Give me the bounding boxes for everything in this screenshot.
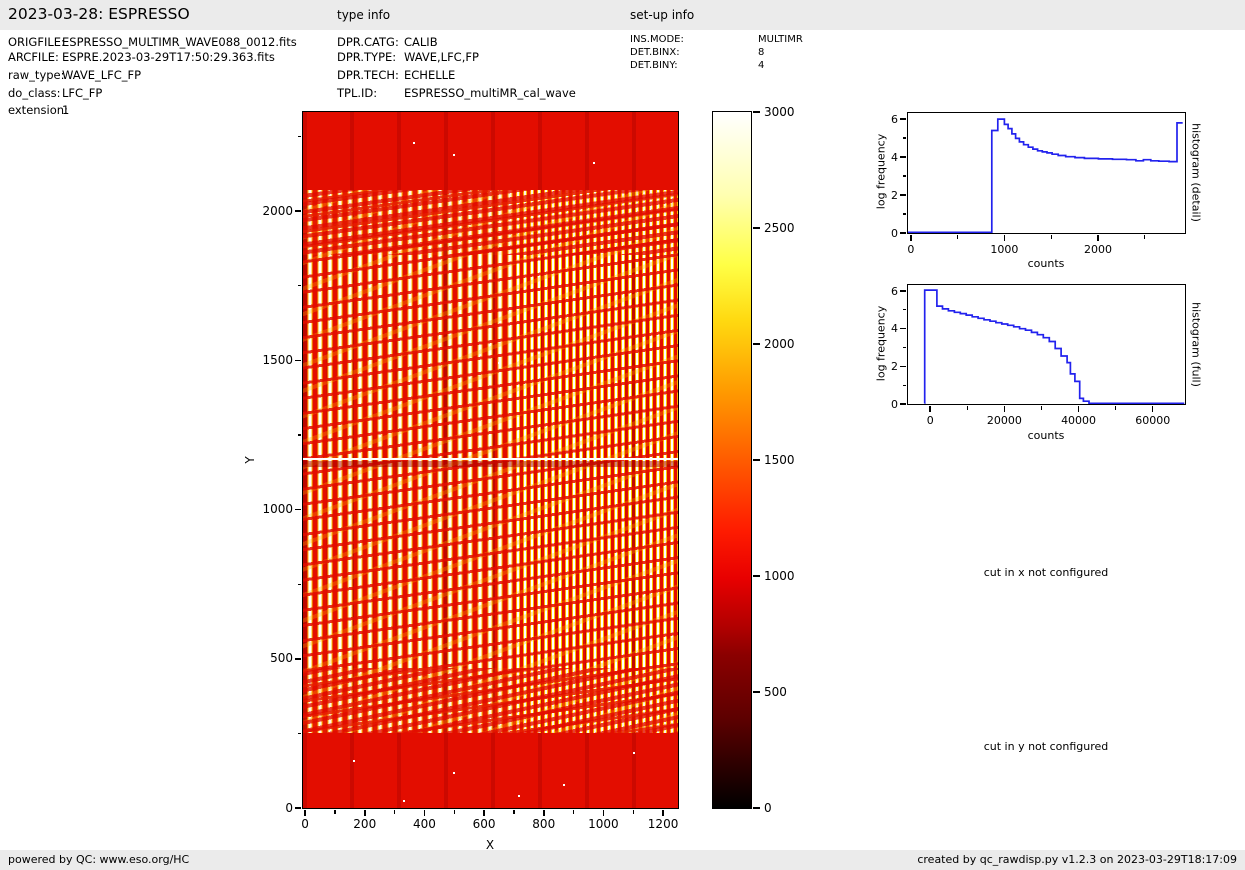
origfile-label: ORIGFILE: [8,35,65,49]
cut-y-message: cut in y not configured [983,740,1109,753]
rawtype-label: raw_type: [8,68,65,82]
histogram-detail-right-label: histogram (detail) [1189,123,1203,222]
tplid-label: TPL.ID: [337,86,378,100]
doclass-label: do_class: [8,86,61,100]
raw-image-heatmap [303,112,678,808]
histogram-full-x-label: counts [1027,429,1065,442]
dprtype-label: DPR.TYPE: [337,50,397,64]
colorbar: 0 500 1000 1500 2000 2500 3000 [712,105,795,815]
doclass-value: LFC_FP [62,86,103,100]
type-info-title: type info [337,8,391,22]
footer-powered-by: powered by QC: www.eso.org/HC [8,853,190,866]
histogram-detail-curve [908,118,1183,233]
dprtech-label: DPR.TECH: [337,68,399,82]
insmode-value: MULTIMR [758,34,803,45]
tplid-value: ESPRESSO_multiMR_cal_wave [404,86,576,100]
arcfile-value: ESPRE.2023-03-29T17:50:29.363.fits [62,50,275,64]
dprcatg-label: DPR.CATG: [337,35,399,49]
extension-label: extension: [8,103,68,117]
detbiny-label: DET.BINY: [630,60,678,71]
heatmap-upper-fade [303,190,678,255]
heatmap-detector-gap-band [303,461,678,467]
setup-info-title: set-up info [630,8,695,22]
histogram-detail-plot: 0 1000 2000 0 2 4 6 [891,112,1186,256]
detbinx-label: DET.BINX: [630,47,680,58]
histogram-full-curve [923,289,1185,404]
arcfile-label: ARCFILE: [8,50,59,64]
dprtype-value: WAVE,LFC,FP [404,50,479,64]
header-bar: 2023-03-28: ESPRESSO type info set-up in… [0,0,1245,30]
histogram-full-y-label: log frequency [874,305,888,382]
histogram-full-right-label: histogram (full) [1189,302,1203,387]
heatmap-detector-gap-line [303,458,678,460]
main-y-axis-label: Y [243,456,257,464]
cut-x-message: cut in x not configured [983,566,1109,579]
page-title: 2023-03-28: ESPRESSO [8,5,190,23]
histogram-detail-x-label: counts [1027,257,1065,270]
insmode-label: INS.MODE: [630,34,684,45]
detbinx-value: 8 [758,47,765,58]
qc-report-page: 2023-03-28: ESPRESSO type info set-up in… [0,0,1245,870]
histogram-detail-y-label: log frequency [874,133,888,210]
histogram-full-plot: 0 20000 40000 60000 0 2 4 6 [891,284,1186,427]
raw-image-plot: 0 200 400 600 800 1000 1200 0 500 1000 1500 2000 [262,111,679,831]
dprtech-value: ECHELLE [404,68,456,82]
heatmap-lower-fade [303,668,678,733]
footer-created-by: created by qc_rawdisp.py v1.2.3 on 2023-… [917,853,1237,866]
extension-value: 1 [62,103,70,117]
heatmap-bottom-margin [303,733,678,808]
heatmap-top-margin [303,112,678,190]
origfile-value: ESPRESSO_MULTIMR_WAVE088_0012.fits [62,35,297,49]
rawtype-value: WAVE_LFC_FP [62,68,142,82]
colorbar-gradient [713,112,751,808]
detbiny-value: 4 [758,60,765,71]
dprcatg-value: CALIB [404,35,438,49]
footer-bar: powered by QC: www.eso.org/HC created by… [0,850,1245,870]
